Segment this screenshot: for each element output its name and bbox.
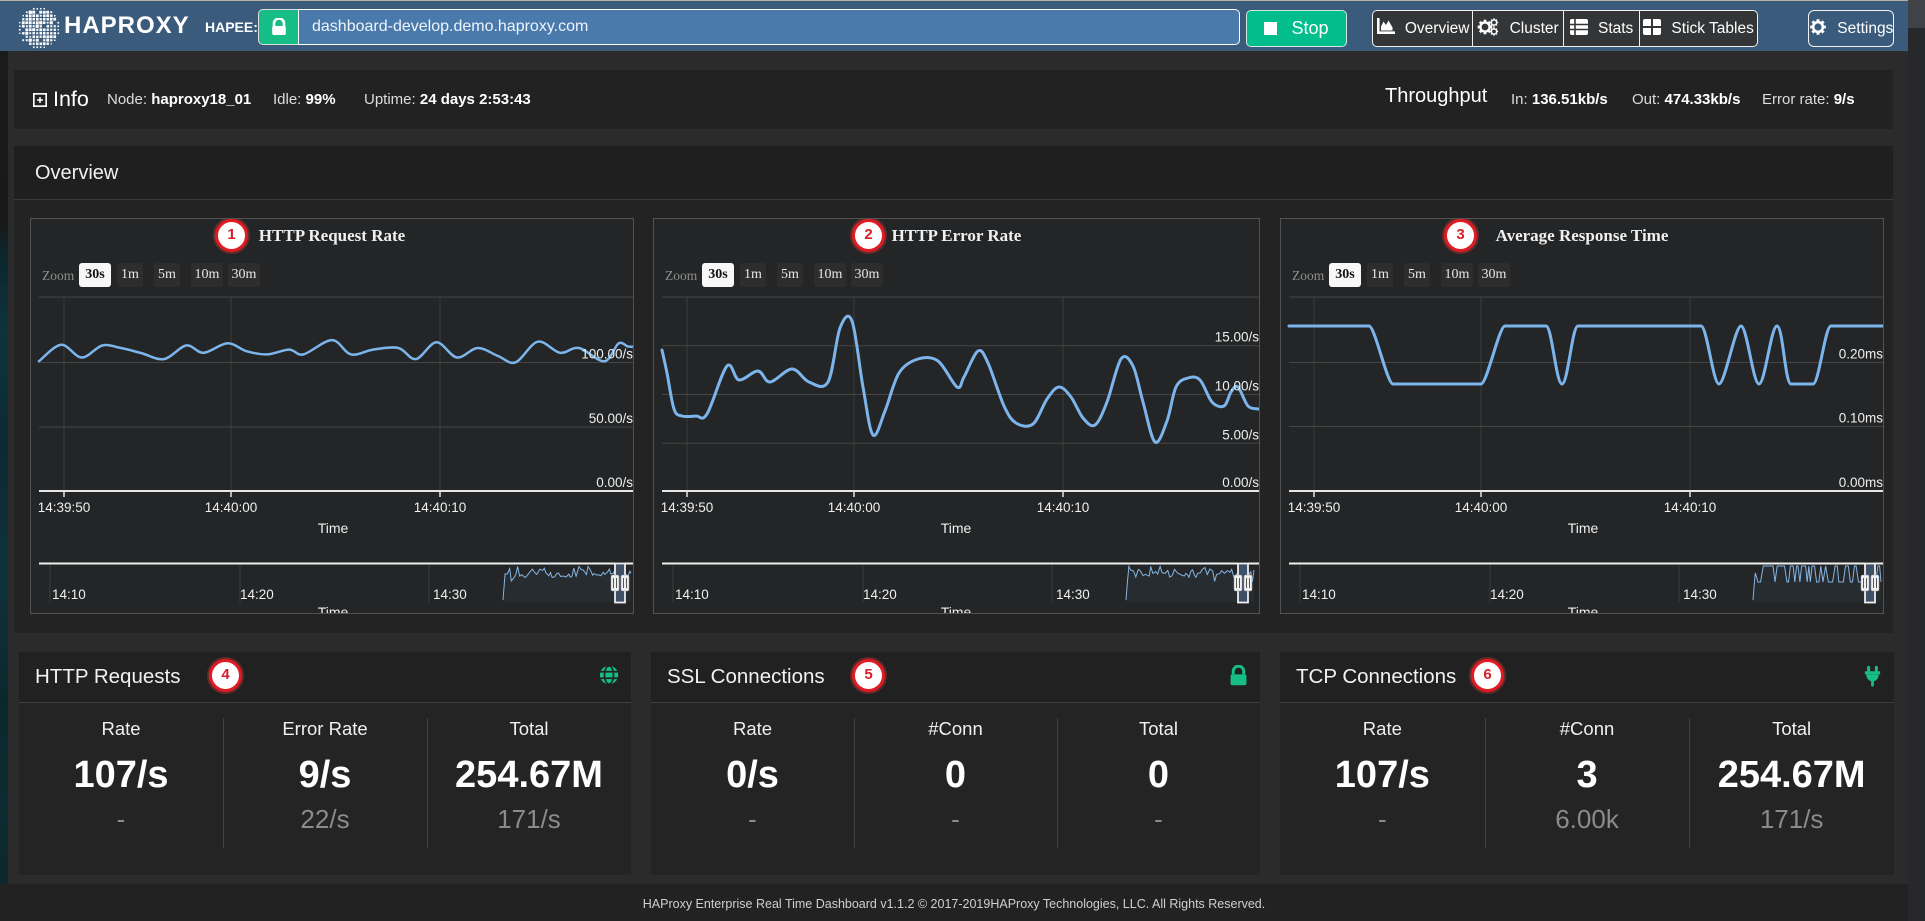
svg-text:14:40:10: 14:40:10 [1037, 500, 1090, 515]
svg-text:Time: Time [1568, 604, 1599, 614]
svg-text:14:10: 14:10 [52, 587, 86, 602]
svg-text:50.00/s: 50.00/s [589, 411, 634, 426]
svg-text:14:30: 14:30 [1056, 587, 1090, 602]
svg-text:14:30: 14:30 [1683, 587, 1717, 602]
svg-text:14:40:00: 14:40:00 [1455, 500, 1508, 515]
svg-text:Time: Time [941, 520, 972, 536]
svg-text:Time: Time [1568, 520, 1599, 536]
svg-text:14:40:10: 14:40:10 [1664, 500, 1717, 515]
svg-text:14:39:50: 14:39:50 [1288, 500, 1341, 515]
svg-text:14:39:50: 14:39:50 [661, 500, 714, 515]
svg-text:14:10: 14:10 [675, 587, 709, 602]
svg-text:5.00/s: 5.00/s [1222, 427, 1259, 442]
svg-text:14:10: 14:10 [1302, 587, 1336, 602]
svg-text:14:40:10: 14:40:10 [414, 500, 467, 515]
svg-text:0.00/s: 0.00/s [1222, 475, 1259, 490]
svg-text:14:20: 14:20 [1490, 587, 1524, 602]
svg-text:14:20: 14:20 [863, 587, 897, 602]
svg-text:14:39:50: 14:39:50 [38, 500, 91, 515]
svg-text:15.00/s: 15.00/s [1215, 330, 1260, 345]
svg-text:Time: Time [941, 604, 972, 614]
svg-text:14:30: 14:30 [433, 587, 467, 602]
svg-text:10.00/s: 10.00/s [1215, 379, 1260, 394]
svg-text:14:40:00: 14:40:00 [828, 500, 881, 515]
svg-text:100.00/s: 100.00/s [581, 347, 633, 362]
svg-text:Time: Time [318, 604, 349, 614]
svg-text:14:20: 14:20 [240, 587, 274, 602]
svg-text:0.20ms: 0.20ms [1839, 347, 1884, 362]
svg-text:Time: Time [318, 520, 349, 536]
svg-text:0.10ms: 0.10ms [1839, 411, 1884, 426]
svg-text:14:40:00: 14:40:00 [205, 500, 258, 515]
svg-text:0.00/s: 0.00/s [596, 475, 633, 490]
svg-text:0.00ms: 0.00ms [1839, 475, 1884, 490]
